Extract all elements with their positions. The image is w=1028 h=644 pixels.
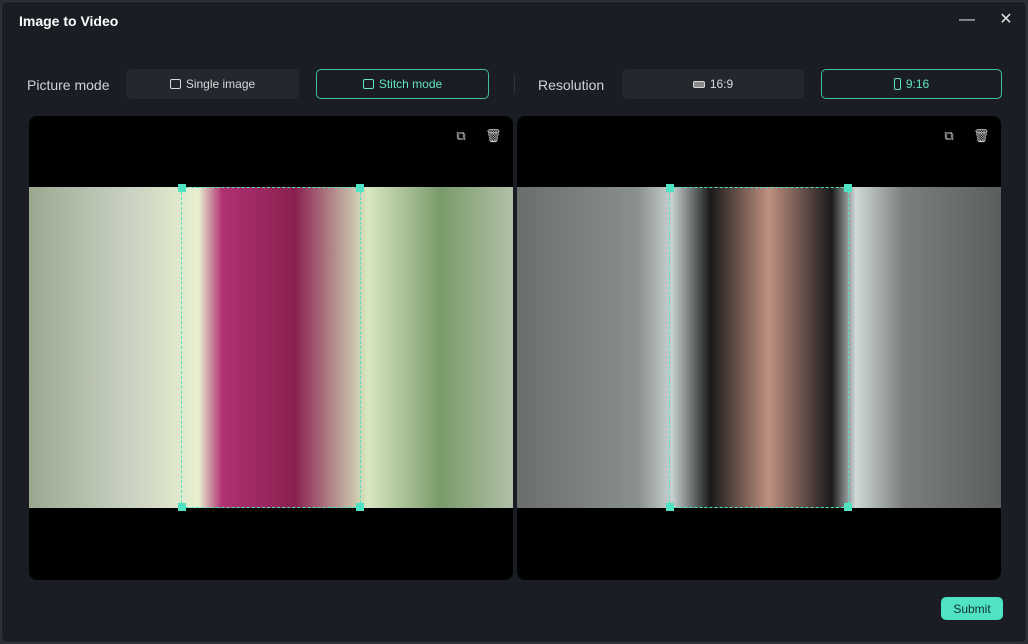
single-image-button[interactable]: Single image <box>126 69 299 99</box>
delete-icon[interactable]: 🗑 <box>485 128 502 144</box>
crop-handle[interactable] <box>356 184 364 192</box>
replace-icon[interactable]: ⧉ <box>941 128 957 144</box>
image-panel-1: ⧉ 🗑 <box>29 116 513 580</box>
crop-handle[interactable] <box>666 503 674 511</box>
resolution-16-9-button[interactable]: 16:9 <box>622 69 804 99</box>
crop-handle[interactable] <box>356 503 364 511</box>
resolution-9-16-button[interactable]: 9:16 <box>821 69 1002 99</box>
crop-handle[interactable] <box>178 503 186 511</box>
stitch-mode-button[interactable]: Stitch mode <box>316 69 489 99</box>
crop-box[interactable] <box>666 184 852 511</box>
crop-handle[interactable] <box>178 184 186 192</box>
image-icon <box>362 79 374 89</box>
replace-icon[interactable]: ⧉ <box>453 128 469 144</box>
picture-mode-label: Picture mode <box>27 77 110 93</box>
resolution-16-9-label: 16:9 <box>709 77 734 91</box>
portrait-icon <box>893 78 901 90</box>
crop-handle[interactable] <box>666 184 674 192</box>
stitch-mode-label: Stitch mode <box>378 77 443 91</box>
delete-icon[interactable]: 🗑 <box>973 128 990 144</box>
close-icon[interactable]: ✕ <box>996 10 1016 30</box>
crop-handle[interactable] <box>844 184 852 192</box>
image-icon <box>169 79 181 89</box>
crop-handle[interactable] <box>844 503 852 511</box>
submit-button[interactable]: Submit <box>941 597 1003 620</box>
dialog-title: Image to Video <box>19 13 119 29</box>
crop-box[interactable] <box>178 184 364 511</box>
resolution-9-16-label: 9:16 <box>905 77 930 91</box>
resolution-label: Resolution <box>538 77 605 93</box>
minimize-icon[interactable]: — <box>957 10 977 30</box>
image-to-video-dialog: Image to Video — ✕ Picture mode Single i… <box>1 1 1027 643</box>
landscape-icon <box>692 80 705 88</box>
image-panel-2: ⧉ 🗑 <box>517 116 1001 580</box>
single-image-label: Single image <box>185 77 256 91</box>
divider <box>514 74 515 94</box>
